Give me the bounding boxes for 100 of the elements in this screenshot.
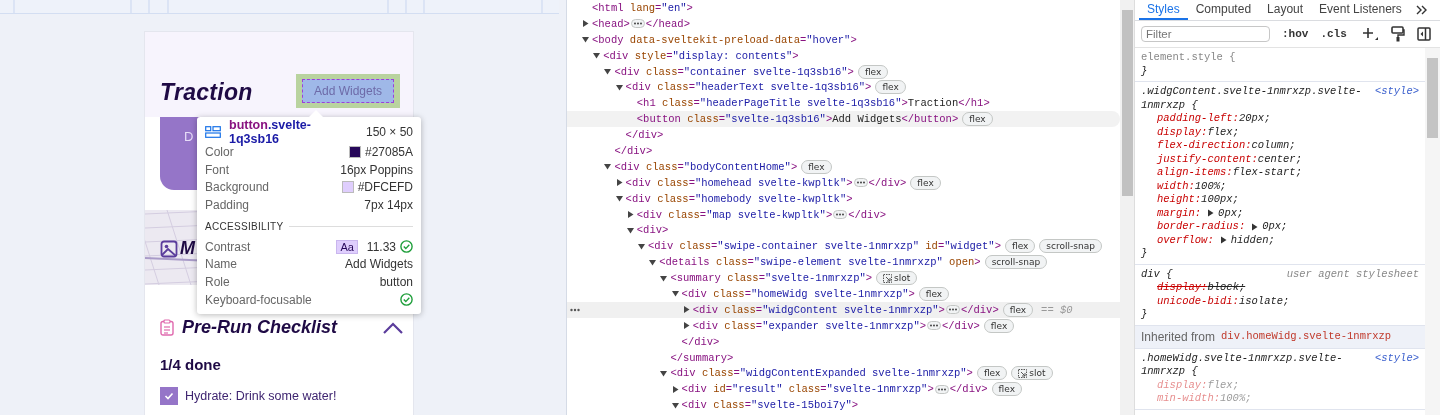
collapse-triangle-icon[interactable] [604, 163, 612, 171]
ellipsis-button[interactable] [833, 210, 848, 219]
dom-tree-row[interactable]: <div class="bodyContentHome"> flex [567, 158, 1120, 175]
adorner-badge[interactable]: flex [857, 64, 889, 79]
dom-tree-row[interactable]: <div class="swipe-container svelte-1nmrxzp" id="widget"> flex scroll-snap [567, 238, 1120, 255]
adorner-badge[interactable]: scroll-snap [1039, 239, 1102, 254]
dom-tree-row[interactable]: <div class="widgContent svelte-1nmrxzp"> </div> flex == $0 [567, 301, 1120, 318]
collapse-triangle-icon[interactable] [582, 36, 589, 44]
adorner-badge[interactable]: flex [918, 286, 950, 301]
css-declaration[interactable]: display:block; [1141, 281, 1419, 295]
scrollbar[interactable] [1120, 0, 1135, 415]
chevron-up-icon[interactable] [382, 320, 404, 335]
dom-tree-row[interactable]: <div class="homebody svelte-kwpltk"> [567, 190, 1120, 207]
tag-text: </div> [949, 383, 988, 396]
dom-tree-row[interactable]: <h1 class="headerPageTitle svelte-1q3sb16">Traction</h1> [567, 95, 1120, 112]
ellipsis-button[interactable] [630, 19, 645, 29]
dom-tree-row[interactable]: <div id="result" class="svelte-1nmrxzp"> </div> flex [567, 381, 1120, 398]
dom-tree-row[interactable]: <button class="svelte-1q3sb16">Add Widgets</button> flex [567, 111, 1120, 128]
css-declaration[interactable]: align-items:flex-start; [1141, 166, 1419, 180]
collapse-triangle-icon[interactable] [615, 195, 623, 203]
adorner-badge[interactable]: scroll-snap [984, 255, 1048, 270]
dom-tree-row[interactable]: <div class="map svelte-kwpltk"> </div> [567, 206, 1120, 223]
dom-tree-row[interactable]: <div class="container svelte-1q3sb16"> flex [567, 63, 1120, 80]
adorner-badge[interactable]: flex [910, 175, 941, 190]
ellipsis-button[interactable] [927, 321, 941, 331]
panel-tab[interactable]: Layout [1259, 0, 1312, 20]
collapse-triangle-icon[interactable] [604, 68, 612, 75]
paint-brush-icon[interactable] [1390, 26, 1405, 42]
dom-tree-row[interactable]: <div class="homeWidg svelte-1nmrxzp"> flex [567, 286, 1120, 302]
dom-tree-row[interactable]: <div class="homehead svelte-kwpltk"> </div> flex [567, 174, 1120, 191]
collapse-triangle-icon[interactable] [593, 52, 601, 60]
collapse-triangle-icon[interactable] [660, 274, 668, 282]
toggle-button[interactable]: :hov [1280, 28, 1311, 40]
adorner-badge[interactable]: flex [1002, 302, 1034, 317]
filter-field[interactable]: Filter [1141, 26, 1270, 42]
panel-tab[interactable]: Event Listeners [1311, 0, 1410, 20]
collapse-triangle-icon[interactable] [660, 369, 668, 377]
css-declaration[interactable]: width:100%; [1141, 179, 1419, 193]
css-declaration[interactable]: height:100px; [1141, 193, 1419, 207]
adorner-badge[interactable]: slot [876, 271, 918, 286]
more-tabs-icon[interactable] [1415, 5, 1428, 15]
property-label: Padding [205, 197, 250, 212]
expand-triangle-icon[interactable] [582, 20, 589, 28]
add-icon[interactable] [1360, 26, 1379, 42]
dom-tree-row[interactable]: <html lang="en"> [567, 0, 1120, 16]
collapse-triangle-icon[interactable] [638, 242, 645, 250]
css-declaration[interactable]: unicode-bidi:isolate; [1141, 294, 1419, 308]
collapse-triangle-icon[interactable] [649, 258, 657, 266]
dom-tree-row[interactable]: <summary class="svelte-1nmrxzp"> slot [567, 270, 1120, 287]
css-declaration[interactable]: flex-direction:column; [1141, 139, 1419, 153]
dom-tree-row[interactable]: <body data-sveltekit-preload-data="hover"> [567, 31, 1120, 48]
expand-triangle-icon[interactable] [615, 179, 623, 187]
property-label: Name [205, 257, 237, 272]
source-link[interactable]: <style> [1374, 351, 1419, 365]
adorner-badge[interactable]: flex [962, 112, 993, 127]
dom-tree-row[interactable]: <details class="swipe-element svelte-1nmrxzp" open> scroll-snap [567, 254, 1120, 271]
dom-tree-row[interactable]: <div class="svelte-15boi7y"> [567, 397, 1120, 414]
adorner-badge[interactable]: flex [983, 318, 1015, 333]
ellipsis-button[interactable] [853, 178, 868, 188]
source-link[interactable]: <style> [1374, 85, 1419, 99]
dom-tree-row[interactable]: <div> [567, 222, 1120, 239]
ellipsis-button[interactable] [945, 305, 960, 315]
collapse-triangle-icon[interactable] [615, 83, 623, 91]
collapse-triangle-icon[interactable] [671, 401, 679, 409]
adorner-badge[interactable]: flex [991, 382, 1022, 397]
expand-triangle-icon[interactable] [1207, 209, 1215, 218]
panel-tab[interactable]: Computed [1187, 0, 1260, 20]
expand-triangle-icon[interactable] [671, 385, 679, 393]
dom-tree-row[interactable]: <head> </head> [567, 15, 1120, 32]
adorner-badge[interactable]: flex [801, 159, 832, 174]
sidebar-toggle-icon[interactable] [1416, 27, 1431, 41]
css-declaration[interactable]: justify-content:center; [1141, 152, 1419, 166]
inherited-selector[interactable]: div.homeWidg.svelte-1nmrxzp [1221, 329, 1392, 344]
expand-triangle-icon[interactable] [682, 322, 690, 330]
css-declaration[interactable]: padding-left:20px; [1141, 112, 1419, 126]
expand-triangle-icon[interactable] [626, 211, 634, 218]
checkbox[interactable] [160, 387, 178, 405]
css-declaration[interactable]: overflow: hidden; [1141, 233, 1419, 247]
ellipsis-button[interactable] [934, 384, 949, 394]
expand-triangle-icon[interactable] [1219, 236, 1227, 245]
adorner-badge[interactable]: flex [875, 80, 906, 95]
collapse-triangle-icon[interactable] [626, 226, 634, 234]
adorner-badge[interactable]: flex [976, 366, 1008, 381]
adorner-badge[interactable]: slot [1011, 366, 1053, 381]
dom-tree-row[interactable]: <div class="widgContentExpanded svelte-1nmrxzp"> flex slot [567, 365, 1120, 382]
dom-tree-row[interactable]: <div class="expander svelte-1nmrxzp"> </div> flex [567, 317, 1120, 334]
panel-tab[interactable]: Styles [1139, 0, 1188, 20]
css-declaration[interactable]: margin: 0px; [1141, 206, 1419, 220]
dom-tree-row[interactable]: <div style="display: contents"> [567, 47, 1120, 64]
expand-triangle-icon[interactable] [682, 306, 690, 314]
scrollbar[interactable] [1425, 48, 1440, 415]
dom-tree-row[interactable]: <div class="headerText svelte-1q3sb16"> flex [567, 79, 1120, 96]
collapse-triangle-icon[interactable] [671, 290, 679, 298]
toggle-button[interactable]: .cls [1318, 28, 1349, 40]
css-selector: .widgContent.svelte-1nmrxzp.svelte-1nmrxzp { [1141, 85, 1363, 112]
more-options-icon[interactable] [570, 307, 580, 312]
adorner-badge[interactable]: flex [1004, 239, 1036, 254]
expand-triangle-icon[interactable] [1251, 222, 1259, 231]
css-declaration[interactable]: display:flex; [1141, 125, 1419, 139]
css-declaration[interactable]: border-radius: 0px; [1141, 220, 1419, 234]
